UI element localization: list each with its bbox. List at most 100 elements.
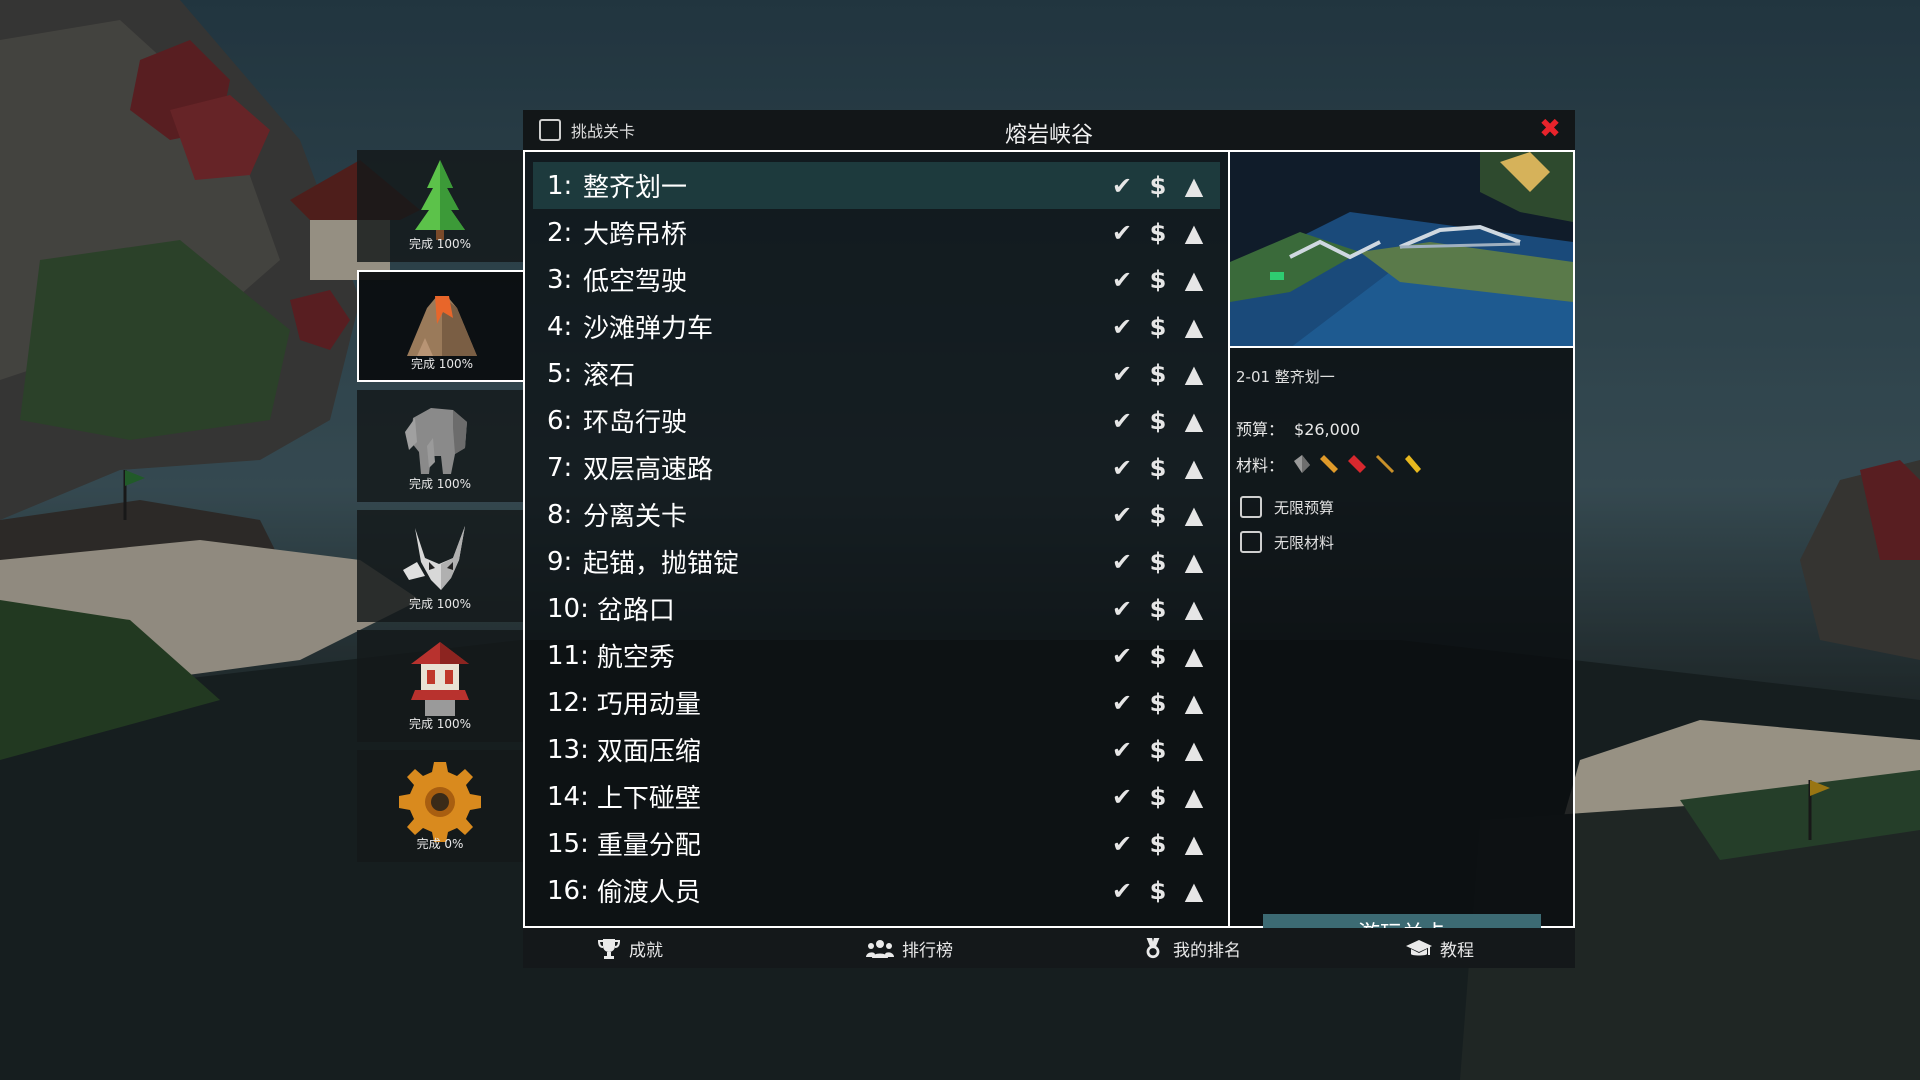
level-name: 沙滩弹力车 — [583, 314, 714, 344]
level-row[interactable]: 15: 重量分配 ✔ $ ▲ — [533, 820, 1220, 867]
check-icon: ✔ — [1111, 876, 1133, 905]
triangle-icon: ▲ — [1184, 453, 1204, 482]
triangle-icon: ▲ — [1184, 218, 1204, 247]
level-row[interactable]: 12: 巧用动量 ✔ $ ▲ — [533, 679, 1220, 726]
world-title: 熔岩峡谷 — [1004, 123, 1093, 148]
medal-icon — [1146, 937, 1160, 958]
level-number: 2: — [547, 217, 573, 248]
level-list: 1: 整齐划一 ✔ $ ▲ 2: 大跨吊桥 ✔ $ ▲ 3: 低空驾驶 ✔ $ ▲ 4: 沙滩弹力车 ✔ $ ▲ 5: 滚… — [523, 150, 1230, 928]
level-number: 14: — [547, 781, 589, 812]
check-icon: ✔ — [1111, 547, 1133, 576]
level-id: 2-01 整齐划一 — [1236, 368, 1335, 386]
dollar-icon: $ — [1149, 735, 1167, 764]
level-row[interactable]: 1: 整齐划一 ✔ $ ▲ — [533, 162, 1220, 209]
level-number: 9: — [547, 546, 573, 577]
level-number: 5: — [547, 358, 573, 389]
budget-info: 预算： $26,000 — [1236, 416, 1360, 440]
level-name: 双层高速路 — [583, 455, 714, 485]
level-row[interactable]: 14: 上下碰壁 ✔ $ ▲ — [533, 773, 1220, 820]
world-progress: 完成 100% — [408, 597, 472, 611]
level-name: 滚石 — [583, 361, 636, 391]
elephant-icon — [405, 408, 467, 474]
my-rank-label: 我的排名 — [1173, 941, 1241, 961]
achievements-button[interactable]: 成就 — [597, 936, 663, 961]
world-progress: 完成 100% — [410, 357, 474, 371]
level-name: 上下碰壁 — [596, 784, 701, 814]
check-icon: ✔ — [1111, 312, 1133, 341]
leaderboard-button[interactable]: 排行榜 — [866, 936, 953, 961]
triangle-icon: ▲ — [1184, 735, 1204, 764]
world-progress: 完成 100% — [408, 237, 472, 251]
close-icon[interactable]: ✖ — [1537, 116, 1563, 142]
level-row[interactable]: 4: 沙滩弹力车 ✔ $ ▲ — [533, 303, 1220, 350]
triangle-icon: ▲ — [1184, 312, 1204, 341]
level-row[interactable]: 8: 分离关卡 ✔ $ ▲ — [533, 491, 1220, 538]
title-bar: 挑战关卡 熔岩峡谷 ✖ — [523, 110, 1575, 150]
volcano-icon — [407, 296, 477, 356]
triangle-icon: ▲ — [1184, 547, 1204, 576]
level-number: 13: — [547, 734, 589, 765]
unlimited-materials-label: 无限材料 — [1274, 533, 1335, 552]
level-select-panel: 挑战关卡 熔岩峡谷 ✖ 1: 整齐划一 ✔ $ ▲ 2: 大跨吊桥 ✔ $ ▲ 3: 低空驾驶 ✔ $ ▲ 4… — [523, 110, 1575, 968]
level-number: 6: — [547, 405, 573, 436]
level-name: 低空驾驶 — [583, 267, 688, 297]
triangle-icon: ▲ — [1184, 359, 1204, 388]
check-icon: ✔ — [1111, 829, 1133, 858]
unlimited-materials-checkbox[interactable] — [1240, 531, 1262, 553]
pagoda-lantern-icon — [411, 642, 469, 716]
triangle-icon: ▲ — [1184, 688, 1204, 717]
triangle-icon: ▲ — [1184, 876, 1204, 905]
level-name: 分离关卡 — [583, 502, 688, 532]
dollar-icon: $ — [1149, 688, 1167, 717]
level-name: 双面压缩 — [596, 737, 701, 767]
world-progress: 完成 0% — [416, 837, 464, 851]
world-tab-4[interactable]: 完成 100% — [357, 510, 523, 622]
world-tab-6[interactable]: 完成 0% — [357, 750, 523, 862]
my-rank-button[interactable]: 我的排名 — [1141, 936, 1241, 961]
level-name: 整齐划一 — [583, 173, 688, 203]
world-tab-1[interactable]: 完成 100% — [357, 150, 523, 262]
level-name: 重量分配 — [596, 831, 701, 861]
level-row[interactable]: 5: 滚石 ✔ $ ▲ — [533, 350, 1220, 397]
challenge-label: 挑战关卡 — [571, 122, 636, 141]
dollar-icon: $ — [1149, 265, 1167, 294]
check-icon: ✔ — [1111, 500, 1133, 529]
triangle-icon: ▲ — [1184, 641, 1204, 670]
unlimited-budget-checkbox[interactable] — [1240, 496, 1262, 518]
level-row[interactable]: 3: 低空驾驶 ✔ $ ▲ — [533, 256, 1220, 303]
level-detail: 2-01 整齐划一 预算：$26,000 材料： 无限预算 无限材料 游玩关卡 — [1230, 150, 1575, 956]
level-row[interactable]: 6: 环岛行驶 ✔ $ ▲ — [533, 397, 1220, 444]
dollar-icon: $ — [1149, 453, 1167, 482]
world-tab-5[interactable]: 完成 100% — [357, 630, 523, 742]
challenge-toggle[interactable]: 挑战关卡 — [539, 118, 635, 142]
world-tab-2[interactable]: 完成 100% — [357, 270, 525, 382]
unlimited-budget-option[interactable]: 无限预算 — [1240, 496, 1334, 518]
level-row[interactable]: 9: 起锚，抛锚锭 ✔ $ ▲ — [533, 538, 1220, 585]
pine-tree-icon — [415, 160, 465, 240]
level-number: 8: — [547, 499, 573, 530]
materials-label: 材料： — [1236, 456, 1285, 475]
dollar-icon: $ — [1149, 500, 1167, 529]
tutorial-label: 教程 — [1440, 941, 1474, 961]
level-row[interactable]: 2: 大跨吊桥 ✔ $ ▲ — [533, 209, 1220, 256]
check-icon: ✔ — [1111, 594, 1133, 623]
level-name: 大跨吊桥 — [583, 220, 688, 250]
dollar-icon: $ — [1149, 782, 1167, 811]
level-row[interactable]: 10: 岔路口 ✔ $ ▲ — [533, 585, 1220, 632]
triangle-icon: ▲ — [1184, 171, 1204, 200]
level-row[interactable]: 13: 双面压缩 ✔ $ ▲ — [533, 726, 1220, 773]
world-tab-3[interactable]: 完成 100% — [357, 390, 523, 502]
level-row[interactable]: 16: 偷渡人员 ✔ $ ▲ — [533, 867, 1220, 914]
challenge-checkbox[interactable] — [539, 119, 561, 141]
triangle-icon: ▲ — [1184, 829, 1204, 858]
level-row[interactable]: 11: 航空秀 ✔ $ ▲ — [533, 632, 1220, 679]
users-icon — [866, 939, 894, 958]
level-number: 3: — [547, 264, 573, 295]
level-row[interactable]: 7: 双层高速路 ✔ $ ▲ — [533, 444, 1220, 491]
unlimited-materials-option[interactable]: 无限材料 — [1240, 531, 1334, 553]
triangle-icon: ▲ — [1184, 406, 1204, 435]
cable-icon — [1405, 455, 1422, 473]
road-icon — [1294, 455, 1311, 473]
check-icon: ✔ — [1111, 265, 1133, 294]
tutorial-button[interactable]: 教程 — [1406, 936, 1474, 961]
